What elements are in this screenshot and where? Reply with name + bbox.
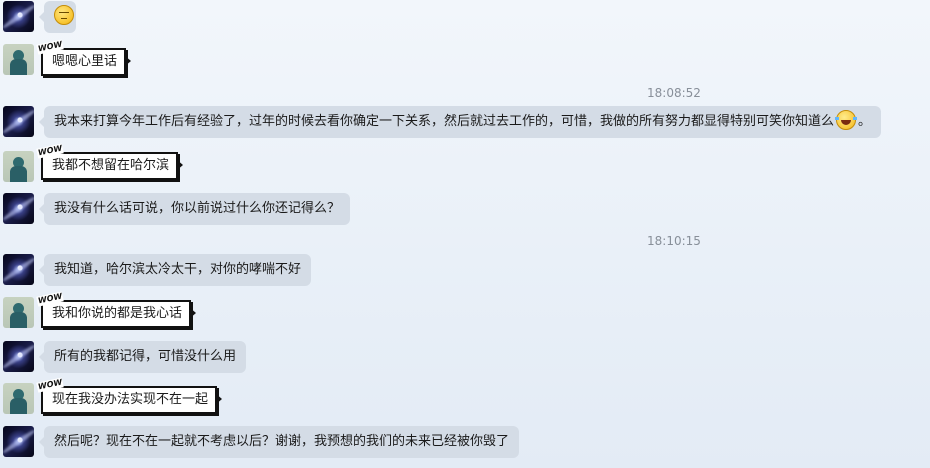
galaxy-avatar[interactable] — [3, 341, 34, 372]
galaxy-avatar[interactable] — [3, 426, 34, 457]
message-text: 我和你说的都是我心话 — [52, 306, 183, 321]
comic-message-bubble[interactable]: WOW 我都不想留在哈尔滨 — [36, 143, 184, 180]
galaxy-avatar[interactable] — [3, 1, 34, 32]
bubble-spike-icon — [215, 393, 223, 405]
message-timestamp: 18:10:15 — [647, 234, 701, 248]
message-text: 我都不想留在哈尔滨 — [52, 158, 170, 173]
message-bubble[interactable]: 我没有什么话可说，你以前说过什么你还记得么？ — [38, 193, 351, 225]
wow-badge-icon: WOW — [36, 291, 65, 307]
person-avatar[interactable] — [3, 44, 34, 75]
wow-badge-icon: WOW — [36, 39, 65, 55]
person-avatar[interactable] — [3, 297, 34, 328]
message-text: 嗯嗯心里话 — [52, 54, 118, 69]
message-bubble[interactable]: 然后呢？现在不在一起就不考虑以后？谢谢，我预想的我们的未来已经被你毁了 — [38, 426, 520, 458]
message-bubble[interactable]: 所有的我都记得，可惜没什么用 — [38, 341, 247, 373]
message-text: 然后呢？现在不在一起就不考虑以后？谢谢，我预想的我们的未来已经被你毁了 — [54, 434, 510, 449]
laughing-tears-icon — [835, 110, 858, 130]
comic-message-bubble[interactable]: WOW 现在我没办法实现不在一起 — [36, 377, 223, 414]
message-text: 现在我没办法实现不在一起 — [52, 392, 209, 407]
person-avatar[interactable] — [3, 383, 34, 414]
galaxy-avatar[interactable] — [3, 193, 34, 224]
sad-face-icon — [54, 5, 74, 25]
message-text: 所有的我都记得，可惜没什么用 — [54, 349, 237, 364]
galaxy-avatar[interactable] — [3, 254, 34, 285]
bubble-spike-icon — [176, 159, 184, 171]
message-bubble[interactable]: 我知道，哈尔滨太冷太干，对你的哮喘不好 — [38, 254, 312, 286]
comic-message-bubble[interactable]: WOW 我和你说的都是我心话 — [36, 291, 197, 328]
bubble-spike-icon — [124, 55, 132, 67]
message-timestamp: 18:08:52 — [647, 86, 701, 100]
comic-message-bubble[interactable]: WOW 嗯嗯心里话 — [36, 39, 132, 76]
wow-badge-icon: WOW — [36, 143, 65, 159]
galaxy-avatar[interactable] — [3, 106, 34, 137]
person-avatar[interactable] — [3, 151, 34, 182]
bubble-spike-icon — [189, 307, 197, 319]
message-text: 我本来打算今年工作后有经验了，过年的时候去看你确定一下关系，然后就过去工作的，可… — [54, 114, 835, 129]
chat-message-list[interactable]: WOW 嗯嗯心里话 18:08:52 我本来打算今年工作后有经验了，过年的时候去… — [0, 0, 930, 468]
message-text-suffix: 。 — [858, 114, 872, 129]
message-bubble[interactable] — [39, 1, 76, 33]
message-text: 我没有什么话可说，你以前说过什么你还记得么？ — [54, 201, 341, 216]
wow-badge-icon: WOW — [36, 377, 65, 393]
message-bubble[interactable]: 我本来打算今年工作后有经验了，过年的时候去看你确定一下关系，然后就过去工作的，可… — [38, 106, 882, 138]
message-text: 我知道，哈尔滨太冷太干，对你的哮喘不好 — [54, 262, 302, 277]
